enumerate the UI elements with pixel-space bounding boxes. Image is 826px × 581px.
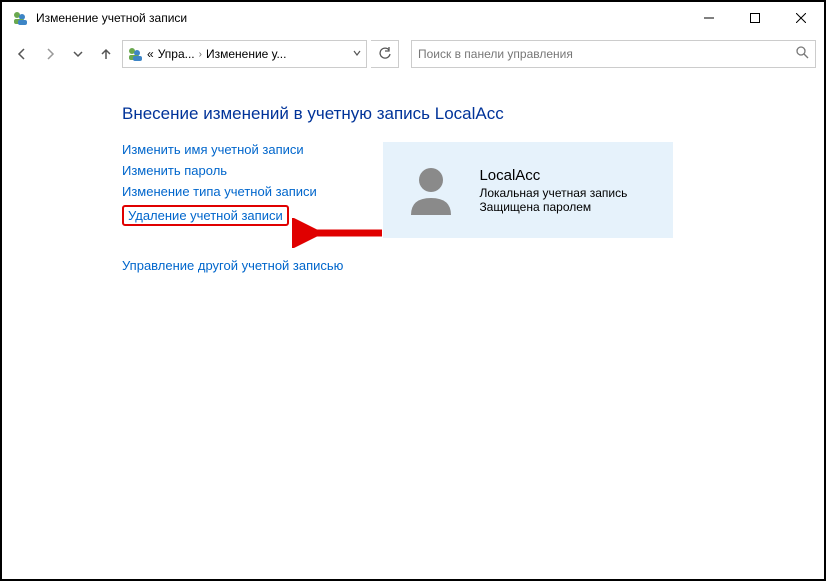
chevron-right-icon[interactable]: › — [199, 49, 202, 60]
account-type: Локальная учетная запись — [479, 186, 627, 200]
window-controls — [686, 2, 824, 34]
link-password[interactable]: Изменить пароль — [122, 163, 343, 178]
titlebar: Изменение учетной записи — [2, 2, 824, 34]
minimize-button[interactable] — [686, 2, 732, 34]
close-button[interactable] — [778, 2, 824, 34]
link-delete[interactable]: Удаление учетной записи — [122, 205, 289, 226]
breadcrumb-prefix: « — [147, 47, 154, 61]
toolbar: « Упра... › Изменение у... Поиск в панел… — [2, 34, 824, 74]
window-title: Изменение учетной записи — [36, 11, 686, 25]
forward-button[interactable] — [38, 42, 62, 66]
recent-dropdown[interactable] — [66, 42, 90, 66]
content-area: Внесение изменений в учетную запись Loca… — [2, 74, 824, 273]
maximize-button[interactable] — [732, 2, 778, 34]
search-placeholder: Поиск в панели управления — [418, 47, 796, 61]
address-dropdown[interactable] — [352, 47, 362, 61]
address-bar[interactable]: « Упра... › Изменение у... — [122, 40, 367, 68]
breadcrumb-part2[interactable]: Изменение у... — [206, 47, 287, 61]
breadcrumb-part1[interactable]: Упра... — [158, 47, 195, 61]
app-icon — [12, 10, 28, 26]
users-icon — [127, 46, 143, 62]
search-box[interactable]: Поиск в панели управления — [411, 40, 816, 68]
link-rename[interactable]: Изменить имя учетной записи — [122, 142, 343, 157]
account-info: LocalAcc Локальная учетная запись Защище… — [479, 167, 627, 214]
action-links: Изменить имя учетной записи Изменить пар… — [122, 142, 343, 273]
page-title: Внесение изменений в учетную запись Loca… — [122, 104, 824, 124]
account-name: LocalAcc — [479, 167, 627, 184]
account-card: LocalAcc Локальная учетная запись Защище… — [383, 142, 673, 238]
link-type[interactable]: Изменение типа учетной записи — [122, 184, 343, 199]
refresh-button[interactable] — [371, 40, 399, 68]
search-icon — [796, 46, 809, 62]
back-button[interactable] — [10, 42, 34, 66]
link-other[interactable]: Управление другой учетной записью — [122, 258, 343, 273]
account-protection: Защищена паролем — [479, 200, 627, 214]
avatar-icon — [401, 160, 461, 220]
up-button[interactable] — [94, 42, 118, 66]
